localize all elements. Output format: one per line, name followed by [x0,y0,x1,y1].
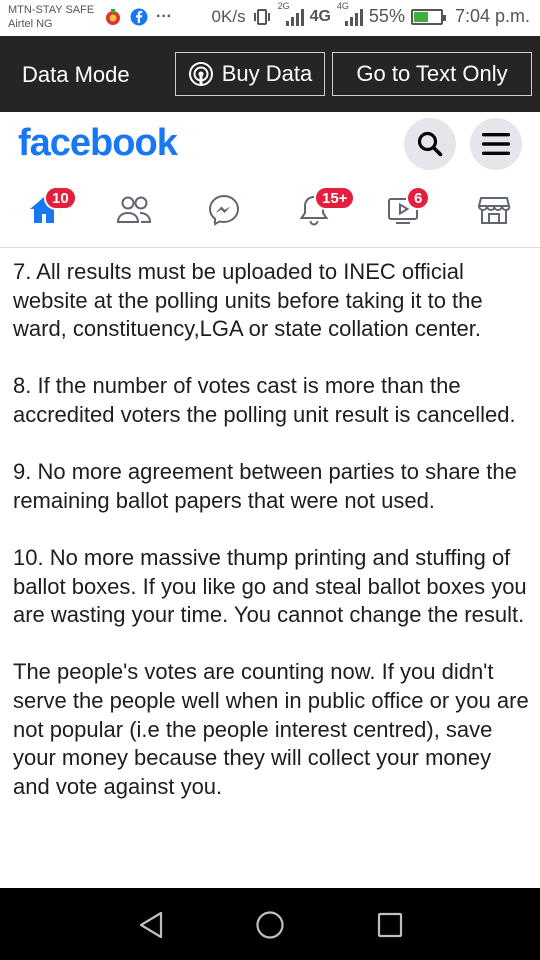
notifications-badge: 15+ [314,186,356,210]
back-button[interactable] [134,908,168,942]
system-indicators: 0K/s 2G 4G 4G 55% 7:04 p.m. [211,1,530,27]
net-4g-label: 4G [309,7,331,25]
facebook-header: facebook 10 15+ 6 [0,112,540,248]
post-text: 7. All results must be uploaded to INEC … [13,258,533,830]
network-speed: 0K/s [211,6,246,26]
search-button[interactable] [404,118,456,170]
data-mode-bar: Data Mode Buy Data Go to Text Only [0,36,540,112]
tab-marketplace[interactable] [464,182,524,238]
home-badge: 10 [44,186,77,210]
tab-messenger[interactable] [194,182,254,238]
hamburger-menu-icon [482,133,510,155]
broadcast-icon [188,62,213,86]
messenger-icon [208,194,240,226]
search-icon [417,131,443,157]
carrier-info: MTN-STAY SAFE Airtel NG [8,3,94,31]
post-paragraph: 7. All results must be uploaded to INEC … [13,259,483,342]
home-button[interactable] [253,908,287,942]
status-bar: MTN-STAY SAFE Airtel NG ··· 0K/s 2G 4G 4… [0,0,540,36]
post-paragraph: 9. No more agreement between parties to … [13,459,517,513]
data-mode-label: Data Mode [22,62,130,87]
tab-bar: 10 15+ 6 [0,182,540,238]
carrier-line-2: Airtel NG [8,18,53,30]
battery-fill [413,11,429,22]
tab-notifications[interactable]: 15+ [284,182,356,238]
facebook-logo[interactable]: facebook [18,122,178,165]
post-paragraph: The people's votes are counting now. If … [13,659,529,799]
tab-friends[interactable] [104,182,164,238]
friends-icon [116,196,152,223]
text-only-button[interactable]: Go to Text Only [332,52,532,96]
recents-button[interactable] [373,908,407,942]
post-paragraph: 8. If the number of votes cast is more t… [13,373,516,427]
tab-home[interactable]: 10 [14,182,77,238]
signal-2g: 2G [278,1,304,27]
tab-watch[interactable]: 6 [374,182,434,238]
buy-data-button[interactable]: Buy Data [175,52,325,96]
facebook-notification-icon [130,8,148,26]
battery-percent: 55% [368,6,405,26]
signal-4g: 4G [337,1,363,27]
recents-square-icon [377,912,403,938]
marketplace-icon [477,197,511,224]
menu-button[interactable] [470,118,522,170]
carrier-line-1: MTN-STAY SAFE [8,4,95,16]
watch-badge: 6 [406,186,431,210]
battery-icon [410,8,446,25]
text-only-label: Go to Text Only [356,61,508,86]
more-notifications: ··· [156,8,172,25]
home-circle-icon [256,911,284,939]
clock: 7:04 p.m. [454,6,530,26]
android-navigation-bar [0,888,540,960]
back-triangle-icon [139,911,163,939]
notification-icons: ··· [104,8,172,26]
post-paragraph: 10. No more massive thump printing and s… [13,544,527,628]
buy-data-label: Buy Data [221,61,313,86]
app-notification-icon [106,9,120,25]
vibrate-icon [253,8,270,25]
